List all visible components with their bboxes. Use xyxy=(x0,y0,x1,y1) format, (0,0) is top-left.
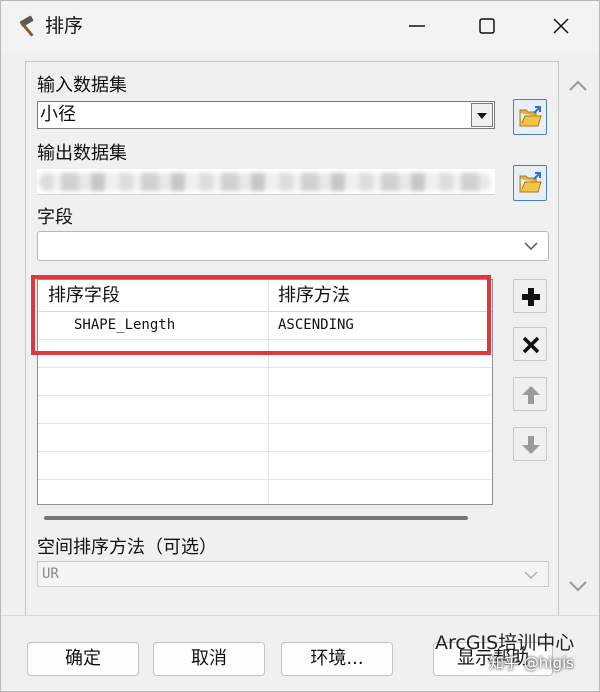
add-icon xyxy=(522,288,540,306)
remove-row-button[interactable] xyxy=(513,327,547,361)
spatial-sort-combo: UR xyxy=(37,561,549,587)
minimize-icon xyxy=(409,25,425,27)
move-down-button[interactable] xyxy=(513,427,547,461)
redacted-path xyxy=(39,173,491,191)
table-row xyxy=(38,452,492,480)
add-row-button[interactable] xyxy=(513,279,547,313)
output-dataset-field[interactable] xyxy=(37,169,495,195)
move-up-icon xyxy=(522,386,540,404)
table-row xyxy=(38,396,492,424)
input-dataset-combo[interactable]: 小径 xyxy=(37,101,495,129)
dropdown-arrow-icon xyxy=(477,113,487,119)
move-up-button[interactable] xyxy=(513,377,547,411)
field-combo[interactable] xyxy=(37,231,549,261)
scroll-down-arrow-icon[interactable] xyxy=(567,579,589,595)
close-icon xyxy=(553,18,569,34)
open-folder-icon xyxy=(519,106,542,127)
close-button[interactable] xyxy=(541,11,581,41)
highlight-box xyxy=(31,275,491,355)
window-title: 排序 xyxy=(45,15,84,37)
output-dataset-label: 输出数据集 xyxy=(37,143,127,164)
remove-icon xyxy=(522,336,540,354)
title-bar[interactable]: 排序 xyxy=(1,1,599,53)
minimize-button[interactable] xyxy=(397,11,437,41)
input-dataset-label: 输入数据集 xyxy=(37,75,127,96)
spatial-sort-label: 空间排序方法（可选） xyxy=(37,537,217,558)
output-dataset-browse-button[interactable] xyxy=(513,165,547,201)
input-dataset-dropdown-button[interactable] xyxy=(471,103,493,127)
field-label: 字段 xyxy=(37,207,73,228)
horizontal-scrollbar[interactable] xyxy=(44,516,468,520)
chevron-down-icon xyxy=(524,242,538,251)
watermark-title: ArcGIS培训中心 xyxy=(435,632,575,654)
table-row xyxy=(38,368,492,396)
spatial-sort-value: UR xyxy=(42,566,59,582)
scroll-up-arrow-icon[interactable] xyxy=(567,77,589,93)
table-row xyxy=(38,480,492,508)
sort-dialog: 排序 输入数据集 小径 输出数据集 字段 排序字段 排序方法 SHAPE_Len… xyxy=(0,0,600,692)
cancel-button[interactable]: 取消 xyxy=(153,642,265,676)
ok-button[interactable]: 确定 xyxy=(27,642,139,676)
open-folder-icon xyxy=(519,172,542,193)
watermark-credit: 知乎 @higis xyxy=(489,654,574,672)
move-down-icon xyxy=(522,436,540,454)
input-dataset-value: 小径 xyxy=(40,104,76,125)
table-row xyxy=(38,424,492,452)
maximize-button[interactable] xyxy=(467,11,507,41)
maximize-icon xyxy=(479,18,495,34)
chevron-down-icon xyxy=(524,571,538,580)
hammer-icon xyxy=(17,15,43,39)
input-dataset-browse-button[interactable] xyxy=(513,99,547,135)
environments-button[interactable]: 环境... xyxy=(281,642,393,676)
